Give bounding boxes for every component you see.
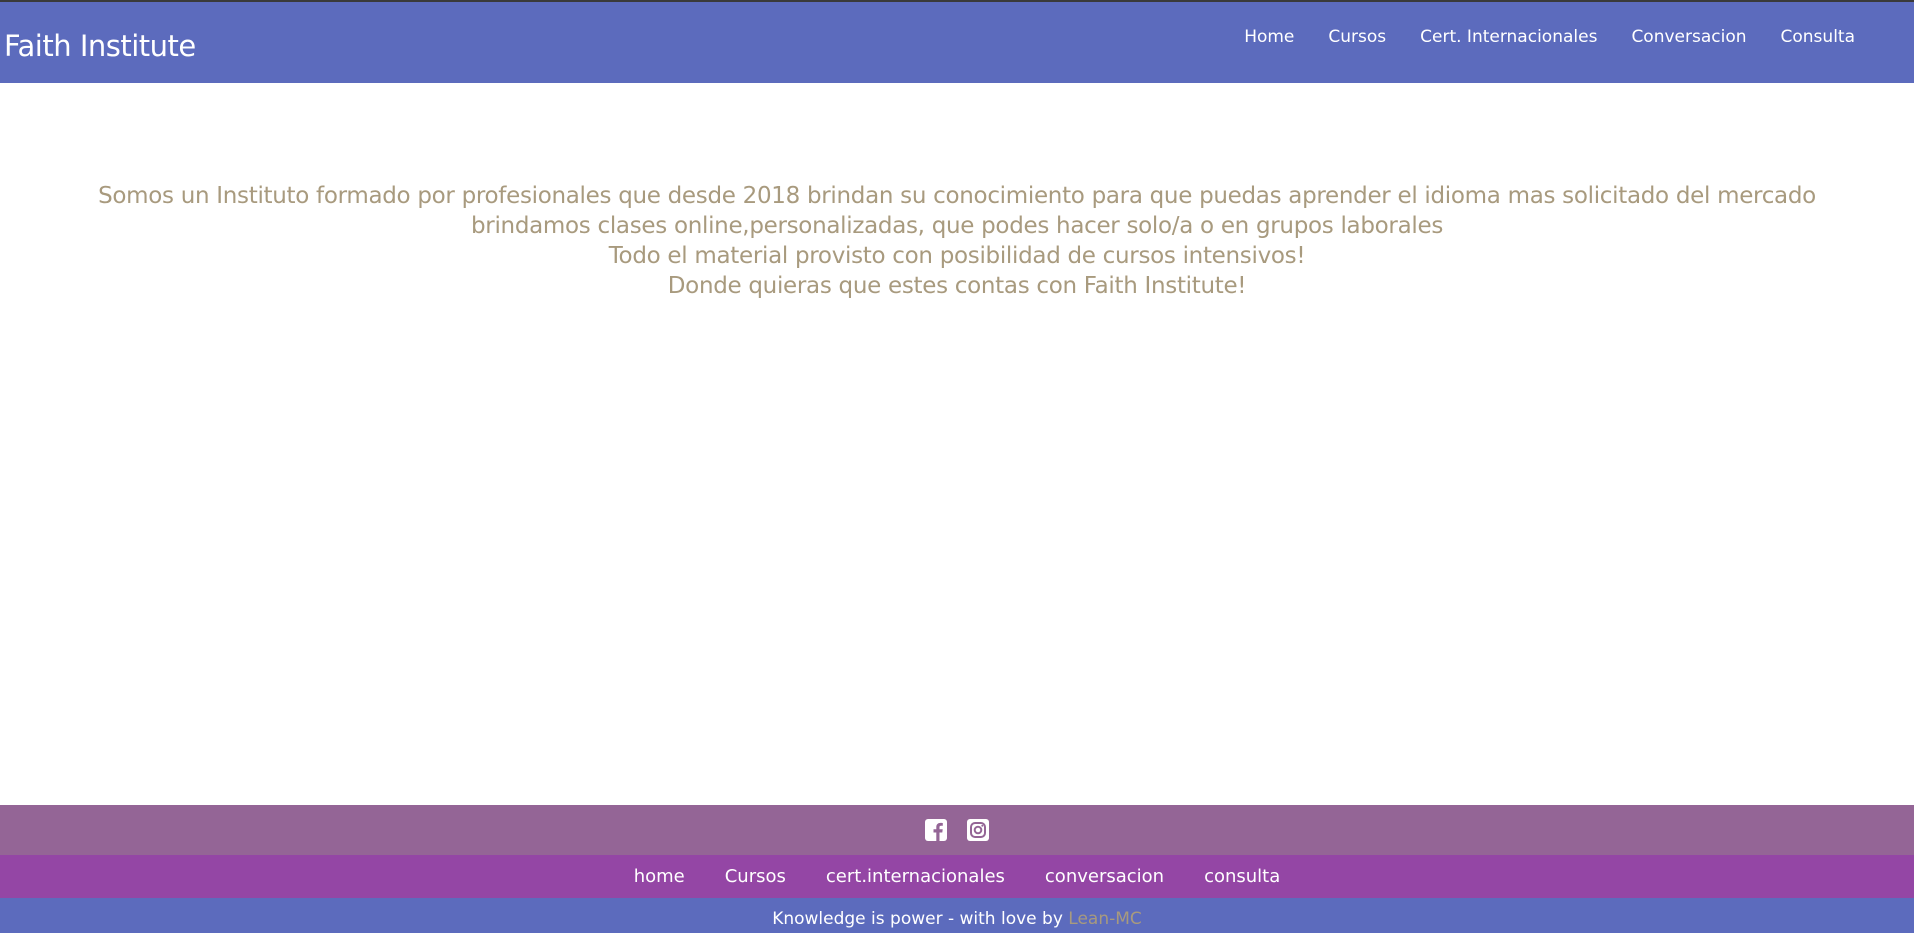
footer-link-cursos[interactable]: Cursos [705,866,806,887]
footer-link-cert-internacionales[interactable]: cert.internacionales [806,866,1025,887]
intro-line: brindamos clases online,personalizadas, … [471,213,1443,239]
intro-line: Todo el material provisto con posibilida… [608,243,1306,269]
intro-line: Somos un Instituto formado por profesion… [98,183,1816,209]
intro-text: Somos un Instituto formado por profesion… [0,181,1914,301]
footer-nav: home Cursos cert.internacionales convers… [0,855,1914,898]
instagram-icon[interactable] [966,818,990,842]
credit-author-link[interactable]: Lean-MC [1068,909,1142,929]
nav-link-home[interactable]: Home [1227,27,1311,47]
footer-credit: Knowledge is power - with love by Lean-M… [0,898,1914,933]
footer-link-home[interactable]: home [614,866,705,887]
main-content: Somos un Instituto formado por profesion… [0,83,1914,805]
footer-link-conversacion[interactable]: conversacion [1025,866,1184,887]
nav-link-consulta[interactable]: Consulta [1764,27,1872,47]
nav-link-cursos[interactable]: Cursos [1311,27,1403,47]
nav-link-conversacion[interactable]: Conversacion [1614,27,1763,47]
intro-line: Donde quieras que estes contas con Faith… [667,273,1247,299]
brand-logo[interactable]: Faith Institute [4,29,196,63]
navbar: Faith Institute Home Cursos Cert. Intern… [0,2,1914,83]
footer-social-bar [0,805,1914,855]
credit-text: Knowledge is power - with love by [772,909,1069,929]
nav-link-cert-internacionales[interactable]: Cert. Internacionales [1403,27,1614,47]
footer-link-consulta[interactable]: consulta [1184,866,1300,887]
main-nav: Home Cursos Cert. Internacionales Conver… [1227,27,1872,47]
facebook-icon[interactable] [924,818,948,842]
